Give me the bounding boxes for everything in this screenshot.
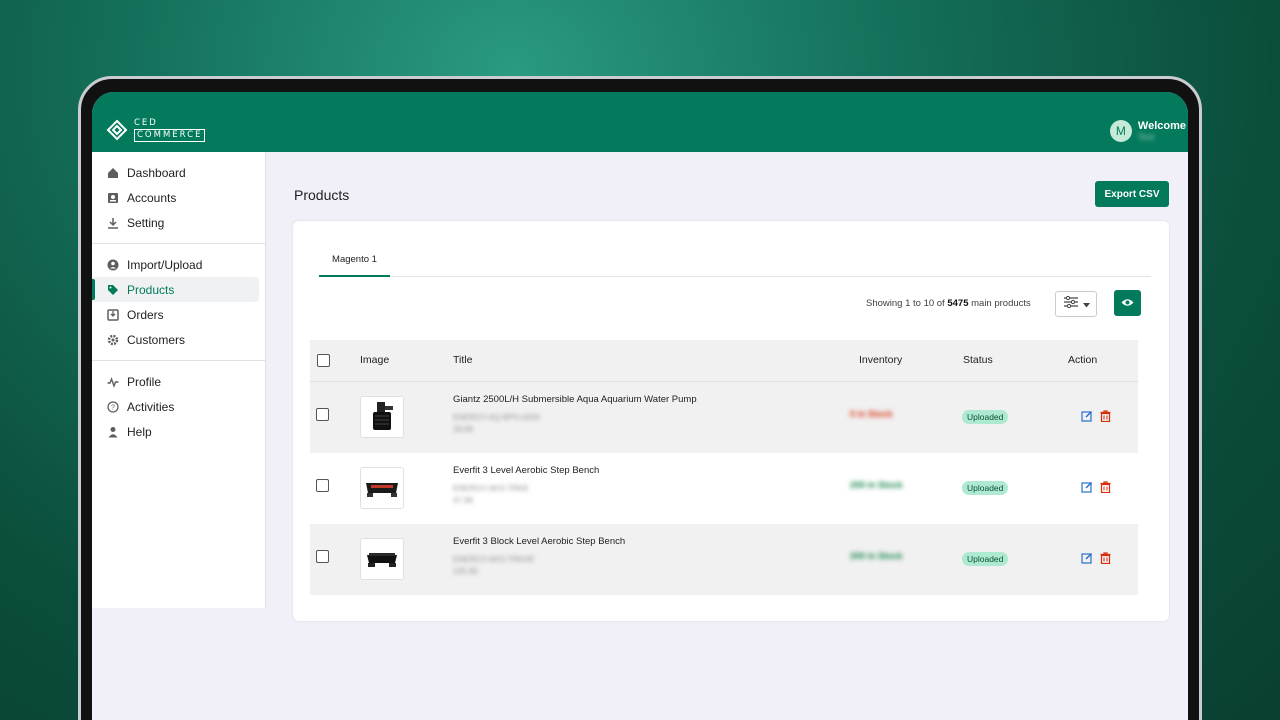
product-sku: ENERGY-AKS-TRKHE (453, 555, 535, 564)
main-content: Products Export CSV Magento 1 Showing 1 … (266, 152, 1188, 621)
sidebar-item-label: Import/Upload (127, 257, 203, 272)
inventory-value: 200 in Stock (850, 480, 903, 490)
gear-icon (107, 334, 119, 346)
home-icon (107, 167, 119, 179)
download-icon (107, 217, 119, 229)
top-bar: CED COMMERCE M Welcome Test (92, 92, 1188, 152)
edit-icon[interactable] (1081, 551, 1093, 569)
tag-icon (107, 284, 119, 296)
column-action: Action (1068, 354, 1098, 366)
page-title: Products (294, 187, 350, 203)
export-csv-button[interactable]: Export CSV (1095, 181, 1169, 207)
sidebar-item-customers[interactable]: Customers (92, 327, 259, 352)
caret-down-icon (1082, 295, 1090, 313)
view-columns-button[interactable] (1114, 290, 1141, 316)
product-price: 105.99 (453, 567, 478, 576)
sidebar-item-label: Customers (127, 332, 186, 347)
sidebar-item-products[interactable]: Products (92, 277, 259, 302)
results-suffix: main products (971, 298, 1031, 309)
edit-icon[interactable] (1081, 480, 1093, 498)
filter-button[interactable] (1055, 291, 1097, 317)
sidebar-item-label: Setting (127, 215, 165, 230)
inventory-value: 200 in Stock (850, 551, 903, 561)
help-circle-icon: ? (107, 400, 119, 413)
sidebar-item-label: Orders (127, 307, 164, 322)
row-checkbox[interactable] (316, 550, 329, 563)
column-image: Image (360, 354, 390, 366)
products-card: Magento 1 Showing 1 to 10 of 5475 main p… (293, 221, 1169, 621)
sidebar-item-activities[interactable]: ? Activities (92, 394, 259, 419)
table-row[interactable]: Everfit 3 Block Level Aerobic Step Bench… (310, 524, 1138, 595)
product-price: 47.99 (453, 496, 474, 505)
tab-magento-1[interactable]: Magento 1 (319, 243, 390, 277)
column-title[interactable]: Title (453, 354, 472, 366)
app-screen: CED COMMERCE M Welcome Test Dashboard Ac… (92, 92, 1188, 720)
user-name: Test (1137, 132, 1155, 142)
sidebar-item-label: Accounts (127, 190, 177, 205)
results-prefix: Showing 1 to 10 of (866, 298, 945, 309)
sidebar-item-label: Activities (127, 399, 175, 414)
product-sku: ENERGY-AQ-BPH-4200 (453, 413, 540, 422)
nav-group-account: Profile ? Activities Help (92, 361, 265, 452)
table-header: Image Title Inventory Status Action (310, 340, 1138, 382)
edit-icon[interactable] (1081, 409, 1093, 427)
sidebar-item-label: Products (127, 282, 175, 297)
status-badge: Uploaded (962, 552, 1009, 566)
inventory-value: 0 in Stock (850, 409, 893, 419)
sidebar-item-orders[interactable]: Orders (92, 302, 259, 327)
sidebar-item-label: Dashboard (127, 165, 186, 180)
orders-icon (107, 308, 119, 321)
sliders-icon (1063, 295, 1079, 313)
row-checkbox[interactable] (316, 408, 329, 421)
tab-bar: Magento 1 (319, 243, 1151, 277)
logo-line2: COMMERCE (134, 129, 206, 142)
status-badge: Uploaded (962, 481, 1009, 495)
step-bench-image (360, 467, 404, 509)
nav-group-main: Dashboard Accounts Setting (92, 152, 265, 244)
product-sku: ENERGY-AKS-TRKE (453, 484, 529, 493)
sidebar-item-dashboard[interactable]: Dashboard (92, 160, 259, 185)
product-title[interactable]: Everfit 3 Block Level Aerobic Step Bench (453, 536, 625, 547)
cedcommerce-logo[interactable]: CED COMMERCE (106, 118, 206, 142)
sidebar-item-help[interactable]: Help (92, 419, 259, 444)
results-total: 5475 (947, 298, 969, 309)
results-summary: Showing 1 to 10 of 5475 main products (866, 298, 1031, 309)
sidebar-item-label: Profile (127, 374, 162, 389)
welcome-text: Welcome (1137, 120, 1186, 132)
product-title[interactable]: Everfit 3 Level Aerobic Step Bench (453, 465, 599, 476)
accounts-icon (107, 192, 119, 204)
table-row[interactable]: Giantz 2500L/H Submersible Aqua Aquarium… (310, 382, 1138, 453)
delete-icon[interactable] (1100, 480, 1111, 498)
activity-icon (107, 376, 119, 388)
sidebar-item-profile[interactable]: Profile (92, 369, 259, 394)
logo-mark-icon (106, 119, 128, 141)
table-row[interactable]: Everfit 3 Level Aerobic Step Bench ENERG… (310, 453, 1138, 524)
status-badge: Uploaded (962, 410, 1009, 424)
sidebar-item-import-upload[interactable]: Import/Upload (92, 252, 259, 277)
water-pump-image (360, 396, 404, 438)
delete-icon[interactable] (1100, 409, 1111, 427)
block-step-bench-image (360, 538, 404, 580)
sidebar-item-setting[interactable]: Setting (92, 210, 259, 235)
sidebar-item-label: Help (127, 424, 152, 439)
user-menu[interactable]: M Welcome Test (1109, 120, 1186, 142)
row-checkbox[interactable] (316, 479, 329, 492)
column-status: Status (963, 354, 993, 366)
person-icon (107, 426, 119, 438)
sidebar: Dashboard Accounts Setting Import/Upload… (92, 152, 266, 608)
nav-group-catalog: Import/Upload Products Orders Customers (92, 244, 265, 361)
product-price: 28.99 (453, 425, 474, 434)
products-table: Image Title Inventory Status Action Gian… (310, 340, 1138, 610)
import-icon (107, 259, 119, 271)
logo-line1: CED (134, 118, 158, 128)
sidebar-item-accounts[interactable]: Accounts (92, 185, 259, 210)
product-title[interactable]: Giantz 2500L/H Submersible Aqua Aquarium… (453, 394, 697, 405)
select-all-checkbox[interactable] (317, 354, 330, 367)
eye-icon (1121, 294, 1134, 312)
column-inventory[interactable]: Inventory (859, 354, 902, 366)
delete-icon[interactable] (1100, 551, 1111, 569)
svg-text:?: ? (111, 404, 115, 411)
avatar: M (1109, 120, 1132, 142)
